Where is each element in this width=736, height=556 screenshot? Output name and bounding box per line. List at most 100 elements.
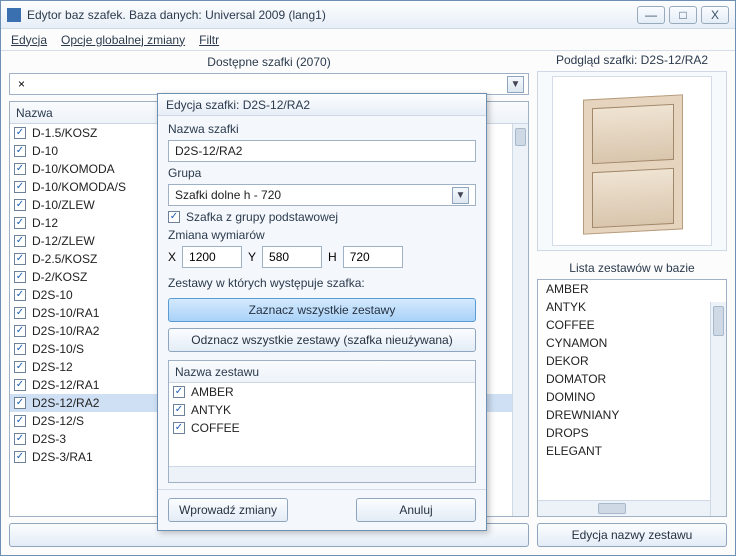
label-group: Grupa bbox=[168, 166, 476, 180]
table-row[interactable]: ✓ ANTYK bbox=[169, 401, 475, 419]
row-label: ANTYK bbox=[191, 403, 231, 417]
minimize-button[interactable]: — bbox=[637, 6, 665, 24]
dialog-col-set-header[interactable]: Nazwa zestawu bbox=[169, 365, 265, 379]
cabinet-name-value: D2S-12/RA2 bbox=[175, 144, 242, 158]
sets-list-title: Lista zestawów w bazie bbox=[537, 259, 727, 277]
menu-edit[interactable]: Edycja bbox=[11, 33, 47, 47]
row-label: D-10/ZLEW bbox=[32, 198, 95, 212]
dim-x-input[interactable]: 1200 bbox=[182, 246, 242, 268]
checkbox-checked-icon[interactable]: ✓ bbox=[173, 422, 185, 434]
window-title: Edytor baz szafek. Baza danych: Universa… bbox=[27, 8, 326, 22]
checkbox-checked-icon[interactable]: ✓ bbox=[14, 397, 26, 409]
checkbox-checked-icon[interactable]: ✓ bbox=[14, 271, 26, 283]
hscroll-thumb[interactable] bbox=[598, 503, 626, 514]
list-item[interactable]: COFFEE bbox=[538, 316, 726, 334]
row-label: AMBER bbox=[191, 385, 234, 399]
cabinet-preview-image bbox=[552, 76, 712, 246]
menu-global-options[interactable]: Opcje globalnej zmiany bbox=[61, 33, 185, 47]
sets-hscrollbar[interactable] bbox=[538, 500, 710, 516]
table-row[interactable]: ✓ COFFEE bbox=[169, 419, 475, 437]
row-label: D-12 bbox=[32, 216, 58, 230]
row-label: D2S-10/S bbox=[32, 342, 84, 356]
cabinet-scrollbar[interactable] bbox=[512, 124, 528, 516]
group-value: Szafki dolne h - 720 bbox=[175, 188, 281, 202]
checkbox-checked-icon[interactable]: ✓ bbox=[14, 199, 26, 211]
checkbox-checked-icon[interactable]: ✓ bbox=[173, 386, 185, 398]
dim-h-input[interactable]: 720 bbox=[343, 246, 403, 268]
list-item[interactable]: DOMINO bbox=[538, 388, 726, 406]
basic-group-label: Szafka z grupy podstawowej bbox=[186, 210, 338, 224]
dialog-title: Edycja szafki: D2S-12/RA2 bbox=[158, 94, 486, 116]
checkbox-checked-icon[interactable]: ✓ bbox=[14, 127, 26, 139]
list-item[interactable]: DROPS bbox=[538, 424, 726, 442]
row-label: D-12/ZLEW bbox=[32, 234, 95, 248]
row-label: D2S-3/RA1 bbox=[32, 450, 93, 464]
row-label: D-2/KOSZ bbox=[32, 270, 87, 284]
dim-y-input[interactable]: 580 bbox=[262, 246, 322, 268]
row-label: D-10 bbox=[32, 144, 58, 158]
filter-combo[interactable]: × ▼ bbox=[9, 73, 529, 95]
apply-changes-button[interactable]: Wprowadź zmiany bbox=[168, 498, 288, 522]
checkbox-checked-icon[interactable]: ✓ bbox=[14, 181, 26, 193]
row-label: D2S-3 bbox=[32, 432, 66, 446]
list-item[interactable]: AMBER bbox=[538, 280, 726, 298]
list-item[interactable]: ELEGANT bbox=[538, 442, 726, 460]
deselect-all-sets-button[interactable]: Odznacz wszystkie zestawy (szafka nieuży… bbox=[168, 328, 476, 352]
checkbox-checked-icon[interactable]: ✓ bbox=[173, 404, 185, 416]
list-item[interactable]: DREWNIANY bbox=[538, 406, 726, 424]
checkbox-checked-icon[interactable]: ✓ bbox=[14, 163, 26, 175]
list-item[interactable]: CYNAMON bbox=[538, 334, 726, 352]
checkbox-checked-icon[interactable]: ✓ bbox=[14, 343, 26, 355]
maximize-button[interactable]: □ bbox=[669, 6, 697, 24]
cabinet-name-input[interactable]: D2S-12/RA2 bbox=[168, 140, 476, 162]
checkbox-checked-icon[interactable]: ✓ bbox=[14, 451, 26, 463]
dim-h-label: H bbox=[328, 250, 337, 264]
checkbox-checked-icon[interactable]: ✓ bbox=[14, 433, 26, 445]
dim-x-value: 1200 bbox=[189, 250, 216, 264]
table-row[interactable]: ✓ AMBER bbox=[169, 383, 475, 401]
scrollbar-thumb[interactable] bbox=[713, 306, 724, 336]
basic-group-checkbox-row[interactable]: ✓ Szafka z grupy podstawowej bbox=[168, 210, 476, 224]
menu-filter[interactable]: Filtr bbox=[199, 33, 219, 47]
row-label: COFFEE bbox=[191, 421, 240, 435]
checkbox-checked-icon[interactable]: ✓ bbox=[14, 361, 26, 373]
cancel-button[interactable]: Anuluj bbox=[356, 498, 476, 522]
available-header: Dostępne szafki (2070) bbox=[9, 53, 529, 71]
dim-h-value: 720 bbox=[350, 250, 370, 264]
dim-x-label: X bbox=[168, 250, 176, 264]
checkbox-checked-icon[interactable]: ✓ bbox=[14, 253, 26, 265]
checkbox-checked-icon[interactable]: ✓ bbox=[14, 325, 26, 337]
checkbox-checked-icon[interactable]: ✓ bbox=[14, 379, 26, 391]
scrollbar-thumb[interactable] bbox=[515, 128, 526, 146]
row-label: D2S-10 bbox=[32, 288, 73, 302]
main-window: Edytor baz szafek. Baza danych: Universa… bbox=[0, 0, 736, 556]
edit-set-name-button[interactable]: Edycja nazwy zestawu bbox=[537, 523, 727, 547]
close-button[interactable]: X bbox=[701, 6, 729, 24]
list-item[interactable]: ANTYK bbox=[538, 298, 726, 316]
row-label: D2S-12 bbox=[32, 360, 73, 374]
sets-listbox[interactable]: AMBERANTYKCOFFEECYNAMONDEKORDOMATORDOMIN… bbox=[537, 279, 727, 517]
checkbox-checked-icon[interactable]: ✓ bbox=[14, 289, 26, 301]
checkbox-checked-icon[interactable]: ✓ bbox=[14, 145, 26, 157]
row-label: D2S-12/RA2 bbox=[32, 396, 99, 410]
row-label: D2S-12/S bbox=[32, 414, 84, 428]
dialog-sets-table: Nazwa zestawu ✓ AMBER ✓ ANTYK ✓ COFFEE bbox=[168, 360, 476, 483]
app-icon bbox=[7, 8, 21, 22]
label-dimensions: Zmiana wymiarów bbox=[168, 228, 476, 242]
sets-scrollbar[interactable] bbox=[710, 302, 726, 516]
row-label: D-1.5/KOSZ bbox=[32, 126, 97, 140]
col-name-header[interactable]: Nazwa bbox=[10, 106, 59, 120]
list-item[interactable]: DOMATOR bbox=[538, 370, 726, 388]
chevron-down-icon[interactable]: ▼ bbox=[452, 187, 469, 204]
select-all-sets-button[interactable]: Zaznacz wszystkie zestawy bbox=[168, 298, 476, 322]
checkbox-checked-icon[interactable]: ✓ bbox=[168, 211, 180, 223]
group-select[interactable]: Szafki dolne h - 720 ▼ bbox=[168, 184, 476, 206]
checkbox-checked-icon[interactable]: ✓ bbox=[14, 235, 26, 247]
label-cabinet-name: Nazwa szafki bbox=[168, 122, 476, 136]
checkbox-checked-icon[interactable]: ✓ bbox=[14, 415, 26, 427]
dialog-sets-hscrollbar[interactable] bbox=[169, 466, 475, 482]
chevron-down-icon[interactable]: ▼ bbox=[507, 76, 524, 93]
list-item[interactable]: DEKOR bbox=[538, 352, 726, 370]
checkbox-checked-icon[interactable]: ✓ bbox=[14, 217, 26, 229]
checkbox-checked-icon[interactable]: ✓ bbox=[14, 307, 26, 319]
